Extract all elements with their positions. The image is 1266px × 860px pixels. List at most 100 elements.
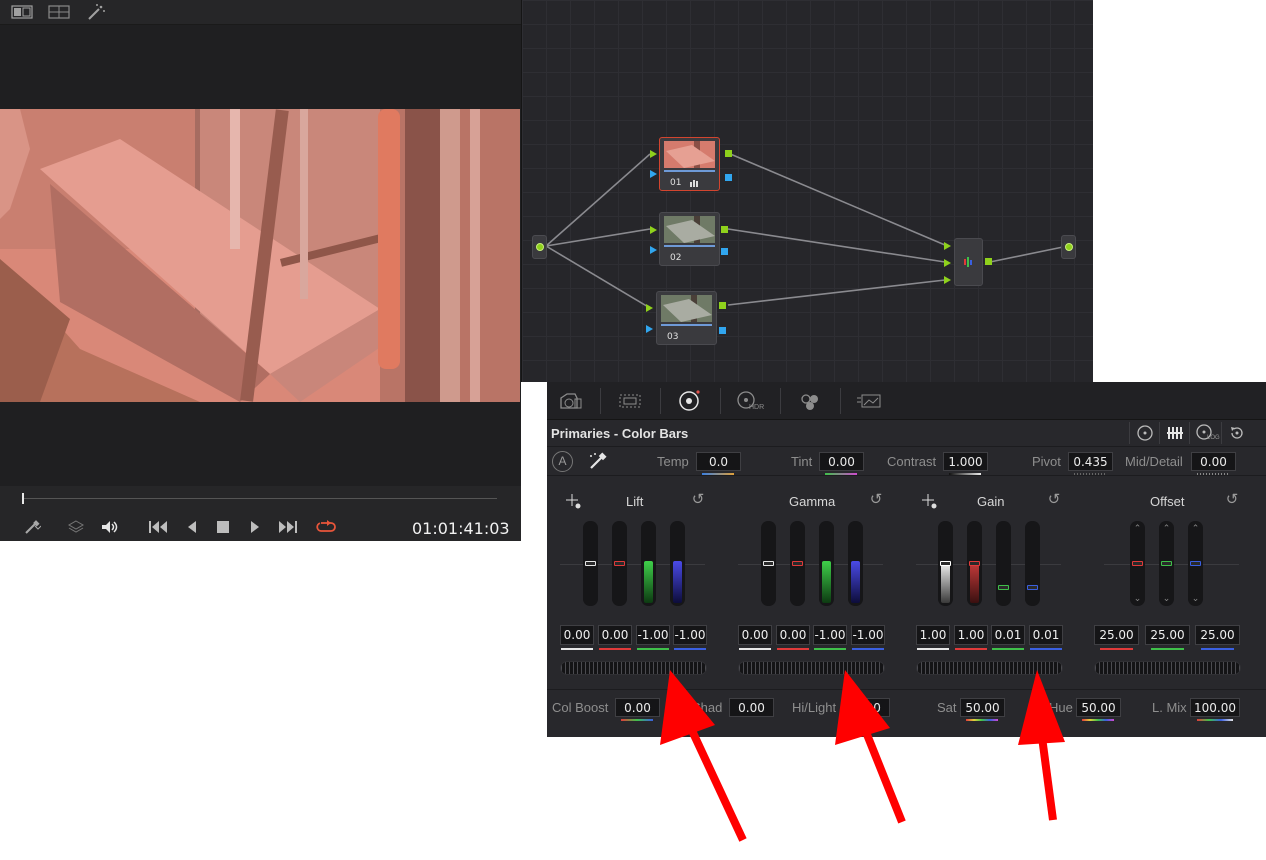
node-key-output-port[interactable] [719, 327, 726, 334]
lift-red-bar[interactable] [612, 521, 627, 606]
lift-green-value[interactable]: -1.00 [636, 625, 670, 645]
gamma-master-wheel[interactable] [738, 661, 885, 675]
mixer-input-port[interactable] [944, 242, 951, 250]
playhead[interactable] [22, 493, 24, 504]
play-icon[interactable] [243, 516, 267, 538]
node-key-output-port[interactable] [721, 248, 728, 255]
shad-field[interactable]: 0.00 [729, 698, 774, 717]
gamma-master-bar[interactable] [761, 521, 776, 606]
gain-blue-bar[interactable] [1025, 521, 1040, 606]
node-editor[interactable]: 01 02 03 [521, 0, 1093, 382]
single-viewer-icon[interactable] [9, 2, 35, 22]
reset-all-icon[interactable] [1221, 422, 1251, 444]
offset-blue-bar[interactable]: ⌃ ⌄ [1188, 521, 1203, 606]
node-input-port[interactable] [646, 304, 653, 312]
gain-green-value[interactable]: 0.01 [991, 625, 1025, 645]
gain-green-bar[interactable] [996, 521, 1011, 606]
gain-red-bar[interactable] [967, 521, 982, 606]
picker-icon[interactable] [20, 516, 44, 538]
node-input-port[interactable] [650, 150, 657, 158]
offset-green-bar[interactable]: ⌃ ⌄ [1159, 521, 1174, 606]
gain-red-value[interactable]: 1.00 [954, 625, 988, 645]
offset-red-bar[interactable]: ⌃ ⌄ [1130, 521, 1145, 606]
log-view-icon[interactable]: LOG [1189, 422, 1220, 444]
lift-master-value[interactable]: 0.00 [560, 625, 594, 645]
rgb-mixer-icon[interactable] [794, 388, 826, 414]
color-match-icon[interactable] [614, 388, 646, 414]
color-wheels-icon[interactable] [673, 388, 705, 414]
mixer-output-port[interactable] [985, 258, 992, 265]
offset-reset-icon[interactable]: ↺ [1224, 492, 1240, 508]
mixer-input-port[interactable] [944, 259, 951, 267]
middetail-field[interactable]: 0.00 [1191, 452, 1236, 471]
gamma-master-value[interactable]: 0.00 [738, 625, 772, 645]
lmix-field[interactable]: 100.00 [1190, 698, 1240, 717]
node-key-input-port[interactable] [650, 246, 657, 254]
speaker-icon[interactable] [97, 516, 121, 538]
magic-wand-icon[interactable] [83, 2, 109, 22]
contrast-field[interactable]: 1.000 [943, 452, 988, 471]
gamma-red-value[interactable]: 0.00 [776, 625, 810, 645]
white-balance-picker-icon[interactable] [587, 452, 609, 477]
pivot-field[interactable]: 0.435 [1068, 452, 1113, 471]
hdr-icon[interactable]: HDR [733, 388, 765, 414]
scrubber-track[interactable] [22, 498, 497, 499]
lift-blue-bar[interactable] [670, 521, 685, 606]
motion-effects-icon[interactable] [854, 388, 886, 414]
gamma-green-value[interactable]: -1.00 [813, 625, 847, 645]
split-viewer-icon[interactable] [46, 2, 72, 22]
hue-field[interactable]: 50.00 [1076, 698, 1121, 717]
lift-master-bar[interactable] [583, 521, 598, 606]
gain-master-bar[interactable] [938, 521, 953, 606]
node-02[interactable]: 02 [659, 212, 720, 266]
temp-field[interactable]: 0.0 [696, 452, 741, 471]
gamma-green-bar[interactable] [819, 521, 834, 606]
gamma-reset-icon[interactable]: ↺ [868, 492, 884, 508]
hilight-field[interactable]: 0.00 [845, 698, 890, 717]
node-01[interactable]: 01 [659, 137, 720, 191]
source-input-node[interactable] [532, 235, 547, 259]
gain-master-wheel[interactable] [916, 661, 1063, 675]
lift-picker-icon[interactable] [564, 492, 582, 510]
node-key-output-port[interactable] [725, 174, 732, 181]
gamma-blue-value[interactable]: -1.00 [851, 625, 885, 645]
skip-end-icon[interactable] [276, 516, 300, 538]
lift-red-value[interactable]: 0.00 [598, 625, 632, 645]
output-node[interactable] [1061, 235, 1076, 259]
offset-green-value[interactable]: 25.00 [1145, 625, 1190, 645]
mixer-input-port[interactable] [944, 276, 951, 284]
node-key-input-port[interactable] [650, 170, 657, 178]
wheels-view-icon[interactable] [1129, 422, 1159, 444]
camera-raw-icon[interactable] [555, 388, 587, 414]
node-input-port[interactable] [650, 226, 657, 234]
skip-start-icon[interactable] [146, 516, 170, 538]
gain-master-value[interactable]: 1.00 [916, 625, 950, 645]
node-output-port[interactable] [721, 226, 728, 233]
lift-blue-value[interactable]: -1.00 [673, 625, 707, 645]
gamma-blue-bar[interactable] [848, 521, 863, 606]
gamma-red-bar[interactable] [790, 521, 805, 606]
colboost-field[interactable]: 0.00 [615, 698, 660, 717]
lift-reset-icon[interactable]: ↺ [690, 492, 706, 508]
node-key-input-port[interactable] [646, 325, 653, 333]
layers-icon[interactable] [64, 516, 88, 538]
loop-icon[interactable] [314, 516, 338, 538]
offset-blue-value[interactable]: 25.00 [1195, 625, 1240, 645]
node-output-port[interactable] [719, 302, 726, 309]
gain-reset-icon[interactable]: ↺ [1046, 492, 1062, 508]
gain-blue-value[interactable]: 0.01 [1029, 625, 1063, 645]
auto-balance-button[interactable]: A [552, 451, 573, 472]
node-03[interactable]: 03 [656, 291, 717, 345]
sat-field[interactable]: 50.00 [960, 698, 1005, 717]
offset-red-value[interactable]: 25.00 [1094, 625, 1139, 645]
layer-mixer-node[interactable] [954, 238, 983, 286]
node-output-port[interactable] [725, 150, 732, 157]
play-reverse-icon[interactable] [180, 516, 204, 538]
bars-view-icon[interactable] [1159, 422, 1189, 444]
gain-picker-icon[interactable] [920, 492, 938, 510]
lift-green-bar[interactable] [641, 521, 656, 606]
lift-master-wheel[interactable] [560, 661, 707, 675]
tint-field[interactable]: 0.00 [819, 452, 864, 471]
stop-icon[interactable] [211, 516, 235, 538]
offset-master-wheel[interactable] [1094, 661, 1241, 675]
